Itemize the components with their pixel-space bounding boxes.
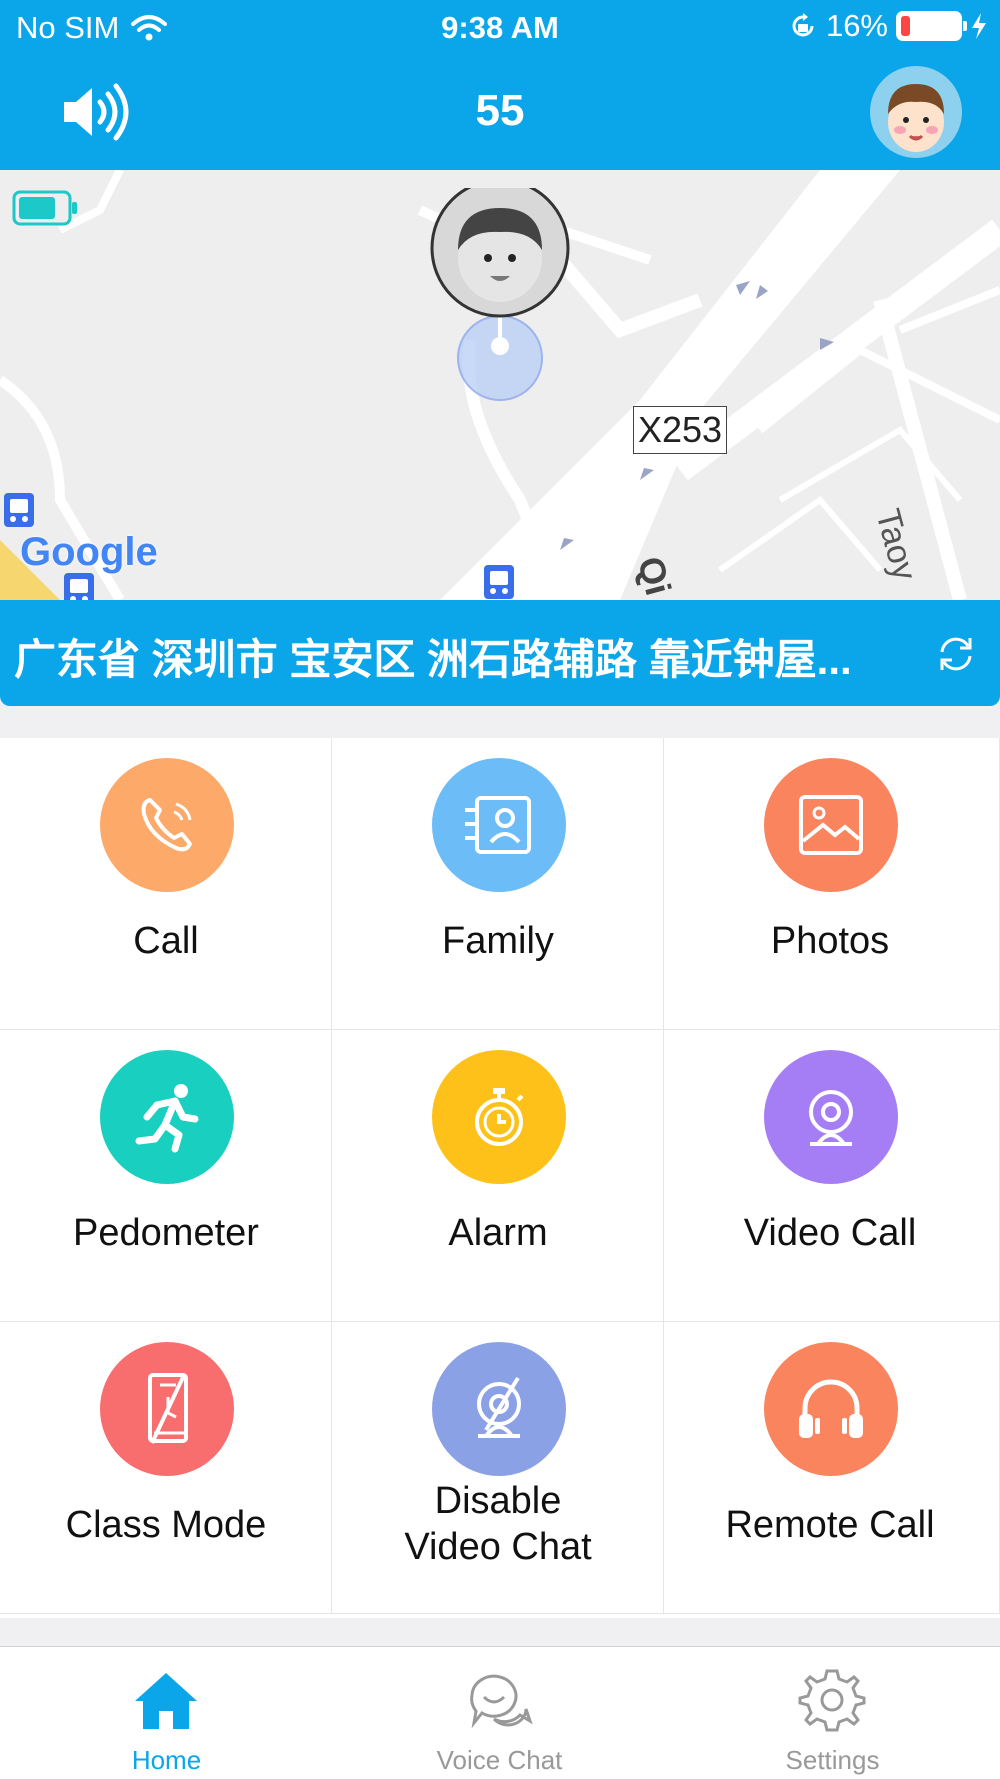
child-avatar-icon <box>888 84 944 152</box>
bus-stop-icon <box>64 573 94 600</box>
headphones-icon <box>799 1379 863 1438</box>
tab-bar: Home Voice Chat Settings <box>0 1646 1000 1779</box>
page-title: 55 <box>475 86 525 135</box>
pedometer-label: Pedometer <box>73 1212 259 1254</box>
header: 55 <box>0 56 1000 170</box>
pedometer-circle <box>100 1050 234 1184</box>
home-icon <box>135 1673 197 1729</box>
webcam-off-icon <box>477 1376 521 1438</box>
remote-call-button[interactable]: Remote Call <box>664 1322 1000 1614</box>
class-mode-label: Class Mode <box>65 1504 267 1546</box>
image-icon <box>799 795 863 855</box>
tab-settings[interactable]: Settings <box>666 1647 1000 1779</box>
address-bar: 广东省 深圳市 宝安区 洲石路辅路 靠近钟屋... <box>0 600 1000 706</box>
stopwatch-icon <box>475 1088 524 1146</box>
rotation-lock-icon <box>792 13 814 37</box>
bus-stop-icon <box>484 565 514 599</box>
bus-stop-icon <box>4 493 34 527</box>
video-call-circle <box>764 1050 898 1184</box>
child-location-marker[interactable] <box>430 188 570 448</box>
alarm-button[interactable]: Alarm <box>332 1030 664 1322</box>
map-view[interactable]: X253 Qi Taoy Google <box>0 170 1000 600</box>
family-button[interactable]: Family <box>332 738 664 1030</box>
disable-video-chat-label-line1: Disable <box>434 1480 562 1522</box>
status-bar: No SIM 9:38 AM 16% <box>0 0 1000 56</box>
pedometer-button[interactable]: Pedometer <box>0 1030 332 1322</box>
webcam-icon <box>809 1090 853 1146</box>
remote-call-circle <box>764 1342 898 1476</box>
gear-icon <box>798 1669 866 1732</box>
status-right: 16% <box>788 8 988 44</box>
tab-home-label: Home <box>131 1745 202 1775</box>
avatar[interactable] <box>870 66 962 158</box>
photos-circle <box>764 758 898 892</box>
function-grid: Call Family Photos Pedometer Alarm Video… <box>0 738 1000 1618</box>
phone-icon <box>141 798 192 852</box>
address-text: 广东省 深圳市 宝安区 洲石路辅路 靠近钟屋... <box>14 636 852 683</box>
remote-call-label: Remote Call <box>725 1504 935 1546</box>
photos-button[interactable]: Photos <box>664 738 1000 1030</box>
class-mode-circle <box>100 1342 234 1476</box>
watch-battery-icon <box>12 190 77 226</box>
alarm-label: Alarm <box>448 1212 548 1254</box>
call-circle <box>100 758 234 892</box>
family-circle <box>432 758 566 892</box>
photos-label: Photos <box>770 920 890 962</box>
charging-bolt-icon <box>972 13 986 39</box>
tab-home[interactable]: Home <box>0 1647 333 1779</box>
tab-voice-chat[interactable]: Voice Chat <box>333 1647 666 1779</box>
disable-video-chat-circle <box>432 1342 566 1476</box>
chat-bubbles-icon <box>470 1674 533 1729</box>
disable-video-chat-label: Disable Video Chat <box>332 1478 664 1570</box>
video-call-button[interactable]: Video Call <box>664 1030 1000 1322</box>
google-logo: Google <box>20 530 158 574</box>
call-button[interactable]: Call <box>0 738 332 1030</box>
road-label: X253 <box>633 406 728 454</box>
battery-percent: 16% <box>825 8 888 43</box>
battery-level <box>901 16 910 36</box>
tab-voice-chat-label: Voice Chat <box>436 1745 563 1775</box>
class-mode-button[interactable]: Class Mode <box>0 1322 332 1614</box>
disable-video-chat-button[interactable]: Disable Video Chat <box>332 1322 664 1614</box>
disable-video-chat-label-line2: Video Chat <box>404 1526 592 1568</box>
phone-off-icon <box>148 1373 188 1444</box>
family-label: Family <box>442 920 554 962</box>
contact-card-icon <box>465 796 531 854</box>
call-label: Call <box>133 920 199 962</box>
tab-settings-label: Settings <box>785 1745 880 1775</box>
running-man-icon <box>135 1084 199 1153</box>
battery-icon <box>896 11 967 41</box>
alarm-circle <box>432 1050 566 1184</box>
video-call-label: Video Call <box>743 1212 917 1254</box>
refresh-icon[interactable] <box>936 634 976 674</box>
